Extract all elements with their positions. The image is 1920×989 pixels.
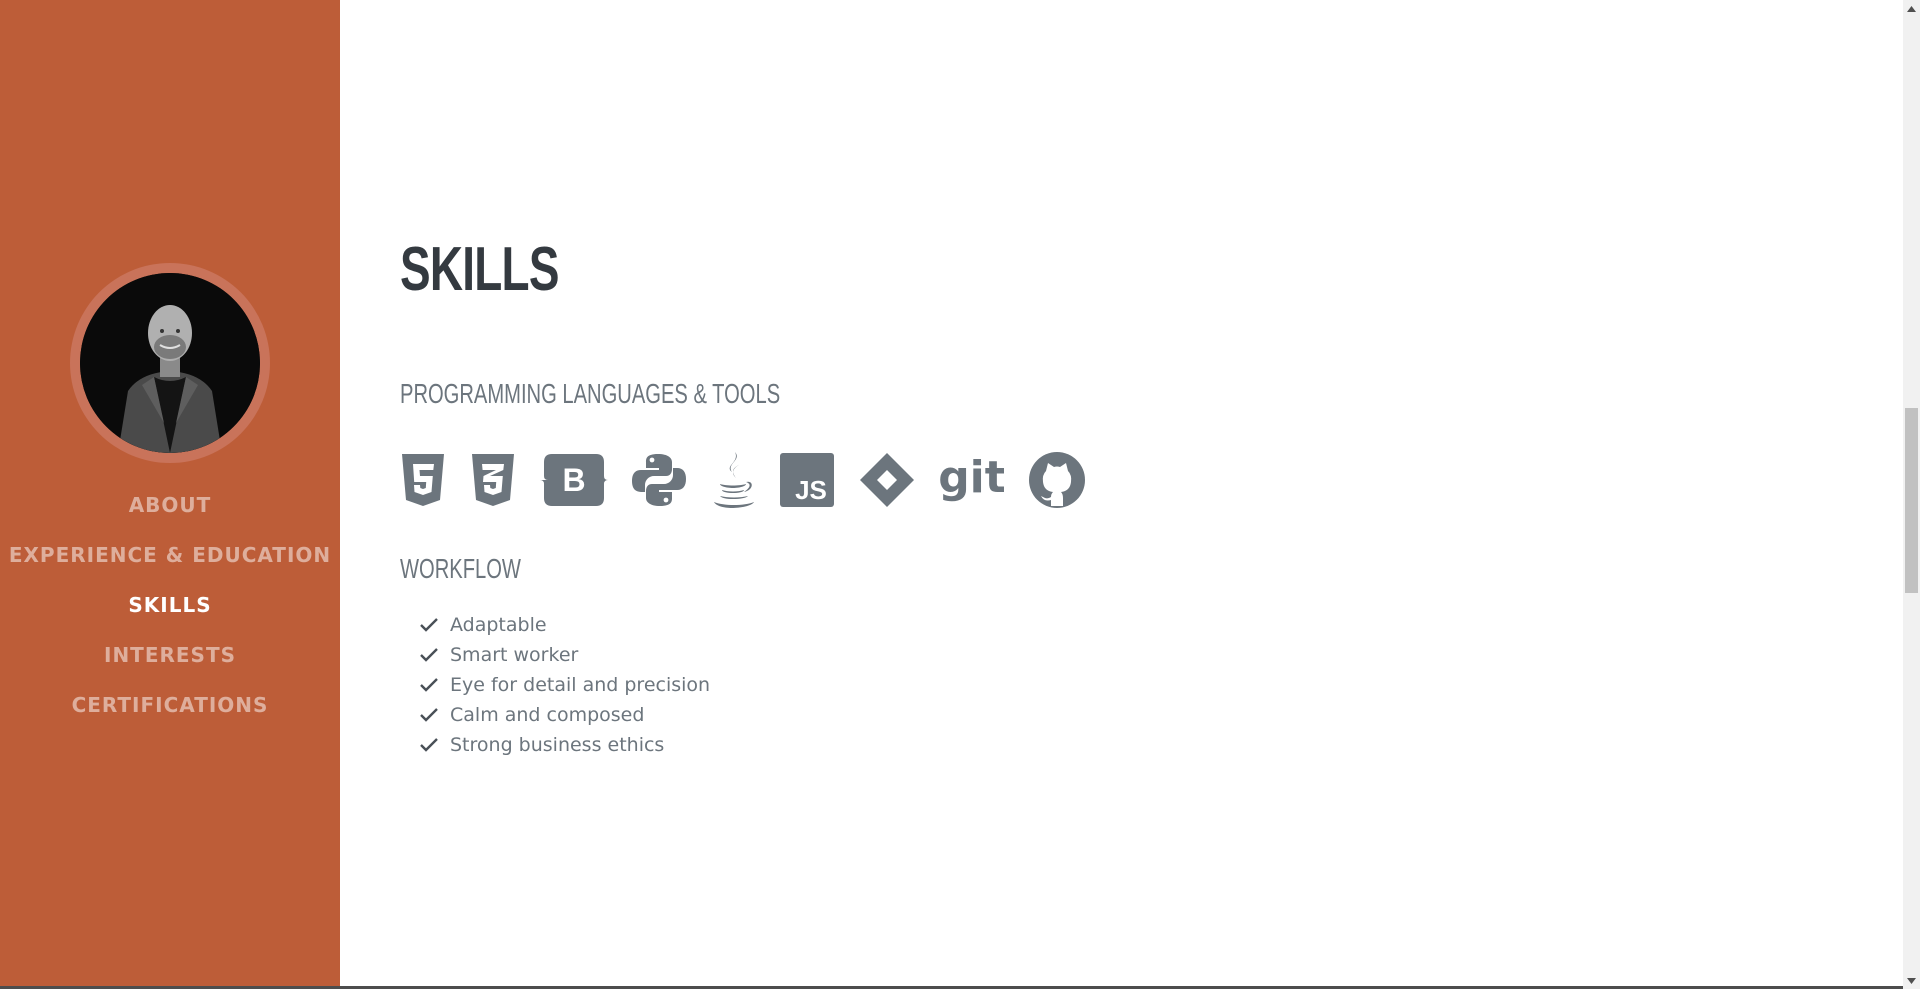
jira-icon bbox=[858, 450, 916, 510]
avatar bbox=[70, 263, 270, 463]
nav-item-certifications[interactable]: CERTIFICATIONS bbox=[0, 680, 340, 730]
css3-icon bbox=[470, 450, 516, 510]
workflow-heading: WORKFLOW bbox=[400, 553, 521, 584]
scroll-up-icon[interactable] bbox=[1903, 0, 1920, 17]
scrollbar-thumb[interactable] bbox=[1905, 408, 1918, 593]
check-icon bbox=[420, 738, 450, 752]
python-icon bbox=[632, 450, 686, 510]
workflow-item-label: Adaptable bbox=[450, 614, 547, 636]
scroll-down-icon[interactable] bbox=[1903, 972, 1920, 989]
nav-item-about[interactable]: ABOUT bbox=[0, 480, 340, 530]
sidebar: ABOUT EXPERIENCE & EDUCATION SKILLS INTE… bbox=[0, 0, 340, 989]
html5-icon bbox=[400, 450, 446, 510]
list-item: Strong business ethics bbox=[420, 730, 710, 760]
svg-text:git: git bbox=[940, 452, 1004, 503]
avatar-photo bbox=[80, 273, 260, 453]
java-icon bbox=[710, 450, 756, 510]
skills-section: SKILLS PROGRAMMING LANGUAGES & TOOLS B J… bbox=[400, 0, 1850, 989]
svg-text:JS: JS bbox=[795, 475, 827, 505]
list-item: Adaptable bbox=[420, 610, 710, 640]
workflow-item-label: Calm and composed bbox=[450, 704, 645, 726]
check-icon bbox=[420, 678, 450, 692]
javascript-icon: JS bbox=[780, 450, 834, 510]
nav-item-experience-education[interactable]: EXPERIENCE & EDUCATION bbox=[0, 530, 340, 580]
nav-item-skills[interactable]: SKILLS bbox=[0, 580, 340, 630]
svg-text:B: B bbox=[562, 462, 585, 498]
tools-heading: PROGRAMMING LANGUAGES & TOOLS bbox=[400, 378, 781, 409]
list-item: Eye for detail and precision bbox=[420, 670, 710, 700]
list-item: Calm and composed bbox=[420, 700, 710, 730]
scrollbar[interactable] bbox=[1903, 0, 1920, 989]
workflow-item-label: Strong business ethics bbox=[450, 734, 665, 756]
nav-item-interests[interactable]: INTERESTS bbox=[0, 630, 340, 680]
bootstrap-icon: B bbox=[540, 450, 608, 510]
sidebar-nav: ABOUT EXPERIENCE & EDUCATION SKILLS INTE… bbox=[0, 480, 340, 730]
workflow-list: Adaptable Smart worker Eye for detail an… bbox=[420, 610, 710, 760]
check-icon bbox=[420, 618, 450, 632]
workflow-item-label: Smart worker bbox=[450, 644, 579, 666]
check-icon bbox=[420, 708, 450, 722]
tools-icon-list: B JS git bbox=[400, 450, 1110, 510]
workflow-item-label: Eye for detail and precision bbox=[450, 674, 711, 696]
page-title: SKILLS bbox=[400, 235, 559, 304]
list-item: Smart worker bbox=[420, 640, 710, 670]
person-icon bbox=[80, 273, 260, 453]
github-icon bbox=[1028, 450, 1086, 510]
check-icon bbox=[420, 648, 450, 662]
git-icon: git bbox=[940, 450, 1004, 510]
